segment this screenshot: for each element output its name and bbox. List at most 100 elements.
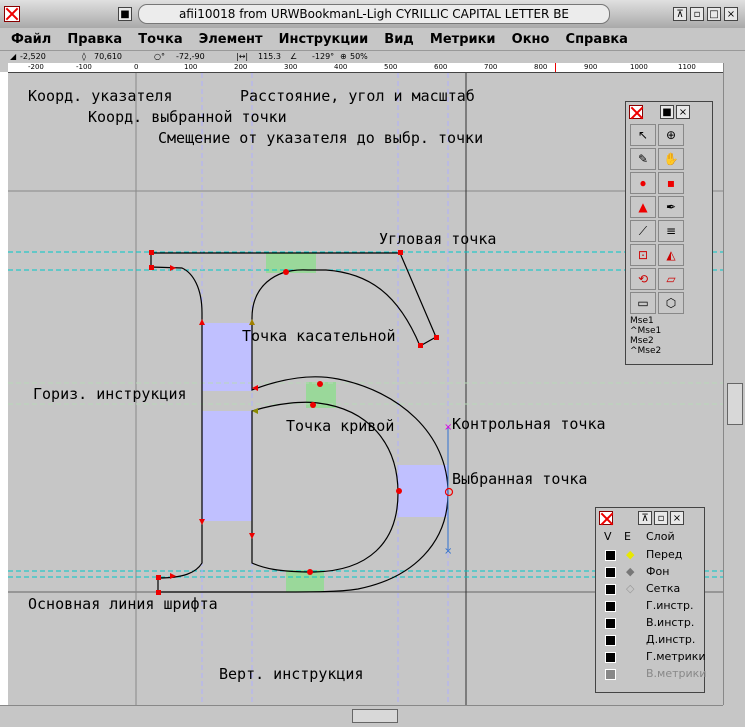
tangent-point — [249, 319, 255, 325]
shade-icon[interactable]: ■ — [660, 105, 674, 119]
visibility-checkbox[interactable] — [605, 652, 616, 663]
ruler-tool-icon[interactable]: ≡ — [658, 220, 684, 242]
ruler-tick: 900 — [584, 63, 598, 71]
visibility-checkbox[interactable] — [605, 584, 616, 595]
distance-value: 115.3 — [258, 52, 281, 61]
corner-point-tool-icon[interactable]: ▪ — [658, 172, 684, 194]
menu-window[interactable]: Окно — [512, 29, 550, 51]
corner-point — [149, 265, 154, 270]
layer-row[interactable]: Г.инстр. — [600, 597, 696, 614]
edit-diamond-icon[interactable]: ◇ — [626, 580, 634, 597]
tangent-point — [199, 319, 205, 325]
ruler-tick: 1000 — [630, 63, 648, 71]
shade-button[interactable]: ■ — [118, 7, 132, 21]
freehand-tool-icon[interactable]: ✎ — [630, 148, 656, 170]
menu-bar: Файл Правка Точка Элемент Инструкции Вид… — [0, 28, 745, 51]
close-icon[interactable] — [4, 6, 20, 22]
menu-view[interactable]: Вид — [384, 29, 414, 51]
vertical-scroll-thumb[interactable] — [727, 383, 743, 425]
layer-col-edit: E — [624, 530, 631, 543]
layer-row[interactable]: Д.инстр. — [600, 631, 696, 648]
annotation-selected-coords: Коорд. выбранной точки — [88, 108, 287, 126]
horizontal-ruler: -200 -100 0 100 200 300 400 500 600 700 … — [8, 63, 723, 73]
ruler-tick: -200 — [28, 63, 44, 71]
close-icon[interactable] — [599, 511, 613, 525]
tools-palette: ■ × ↖ ⊕ ✎ ✋ ⦁ ▪ ▲ ✒ ⟋ ≡ ⊡ ◭ ⟲ ▱ ▭ ⬡ Mse1… — [625, 101, 713, 365]
corner-point — [149, 250, 154, 255]
layer-row[interactable]: В.метрики — [600, 665, 706, 682]
vertical-scrollbar[interactable] — [723, 63, 745, 705]
menu-element[interactable]: Элемент — [199, 29, 263, 51]
close-button[interactable]: × — [724, 7, 738, 21]
visibility-checkbox[interactable] — [605, 550, 616, 561]
horiz-hint-region — [398, 465, 448, 517]
annotation-selected-point: Выбранная точка — [452, 470, 588, 488]
scroll-tool-icon[interactable]: ✋ — [658, 148, 684, 170]
layer-name: Г.инстр. — [646, 599, 694, 612]
curve-point — [317, 381, 323, 387]
shade-icon[interactable]: ⊼ — [638, 511, 652, 525]
curve-point-tool-icon[interactable]: ⦁ — [630, 172, 656, 194]
svg-text:×: × — [444, 546, 452, 557]
layer-row[interactable]: В.инстр. — [600, 614, 696, 631]
layer-row[interactable]: ◇ Сетка — [600, 580, 696, 597]
annotation-offset: Смещение от указателя до выбр. точки — [158, 129, 484, 147]
layers-palette: ⊼ ▫ × V E Слой ◆ Перед ◆ Фон ◇ Сетка Г.инст… — [595, 507, 706, 693]
visibility-checkbox[interactable] — [605, 635, 616, 646]
ruler-tick: 300 — [284, 63, 298, 71]
polygon-tool-icon[interactable]: ⬡ — [658, 292, 684, 314]
maximize-button[interactable]: □ — [707, 7, 721, 21]
zoom-icon: ⊕ — [340, 52, 347, 61]
tangent-point-tool-icon[interactable]: ▲ — [630, 196, 656, 218]
annotation-curve-point: Точка кривой — [286, 417, 395, 435]
skew-tool-icon[interactable]: ▱ — [658, 268, 684, 290]
annotation-pointer-coords: Коорд. указателя — [28, 87, 173, 105]
menu-file[interactable]: Файл — [11, 29, 51, 51]
layer-row[interactable]: Г.метрики — [600, 648, 706, 665]
annotation-control-point: Контрольная точка — [452, 415, 606, 433]
vert-hint-region — [286, 570, 324, 592]
layer-row[interactable]: ◆ Перед — [600, 546, 696, 563]
knife-tool-icon[interactable]: ⟋ — [630, 220, 656, 242]
pen-tool-icon[interactable]: ✒ — [658, 196, 684, 218]
visibility-checkbox[interactable] — [605, 601, 616, 612]
menu-help[interactable]: Справка — [566, 29, 628, 51]
horizontal-scroll-thumb[interactable] — [352, 709, 398, 723]
edit-diamond-icon[interactable]: ◆ — [626, 563, 634, 580]
glyph-canvas[interactable]: × × Коорд. указателя Расстояние, угол и … — [8, 73, 723, 705]
close-button[interactable]: × — [676, 105, 690, 119]
close-button[interactable]: × — [670, 511, 684, 525]
minimize-button[interactable]: ▫ — [690, 7, 704, 21]
curve-point — [307, 569, 313, 575]
flip-tool-icon[interactable]: ◭ — [658, 244, 684, 266]
menu-point[interactable]: Точка — [138, 29, 182, 51]
edit-diamond-icon[interactable]: ◆ — [626, 546, 634, 563]
annotation-corner-point: Угловая точка — [379, 230, 497, 248]
visibility-checkbox[interactable] — [605, 669, 616, 680]
visibility-checkbox[interactable] — [605, 567, 616, 578]
menu-metrics[interactable]: Метрики — [430, 29, 496, 51]
minimize-button[interactable]: ▫ — [654, 511, 668, 525]
pointer-icon: ◢ — [10, 52, 17, 61]
layer-name: Перед — [646, 548, 683, 561]
corner-point — [418, 343, 423, 348]
menu-edit[interactable]: Правка — [67, 29, 122, 51]
corner-point — [156, 575, 161, 580]
selected-point-icon: ◊ — [82, 52, 86, 61]
layer-name: Г.метрики — [646, 650, 706, 663]
pointer-tool-icon[interactable]: ↖ — [630, 124, 656, 146]
layer-row[interactable]: ◆ Фон — [600, 563, 696, 580]
menu-hints[interactable]: Инструкции — [279, 29, 369, 51]
horizontal-scrollbar[interactable] — [0, 705, 723, 727]
close-icon[interactable] — [629, 105, 643, 119]
zoom-tool-icon[interactable]: ⊕ — [658, 124, 684, 146]
curve-point — [310, 402, 316, 408]
mouse-binding-label: ^Mse2 — [630, 346, 662, 356]
shade-icon[interactable]: ⊼ — [673, 7, 687, 21]
scale-tool-icon[interactable]: ⊡ — [630, 244, 656, 266]
rectangle-tool-icon[interactable]: ▭ — [630, 292, 656, 314]
curve-point — [283, 269, 289, 275]
visibility-checkbox[interactable] — [605, 618, 616, 629]
rotate-tool-icon[interactable]: ⟲ — [630, 268, 656, 290]
ruler-tick: -100 — [76, 63, 92, 71]
